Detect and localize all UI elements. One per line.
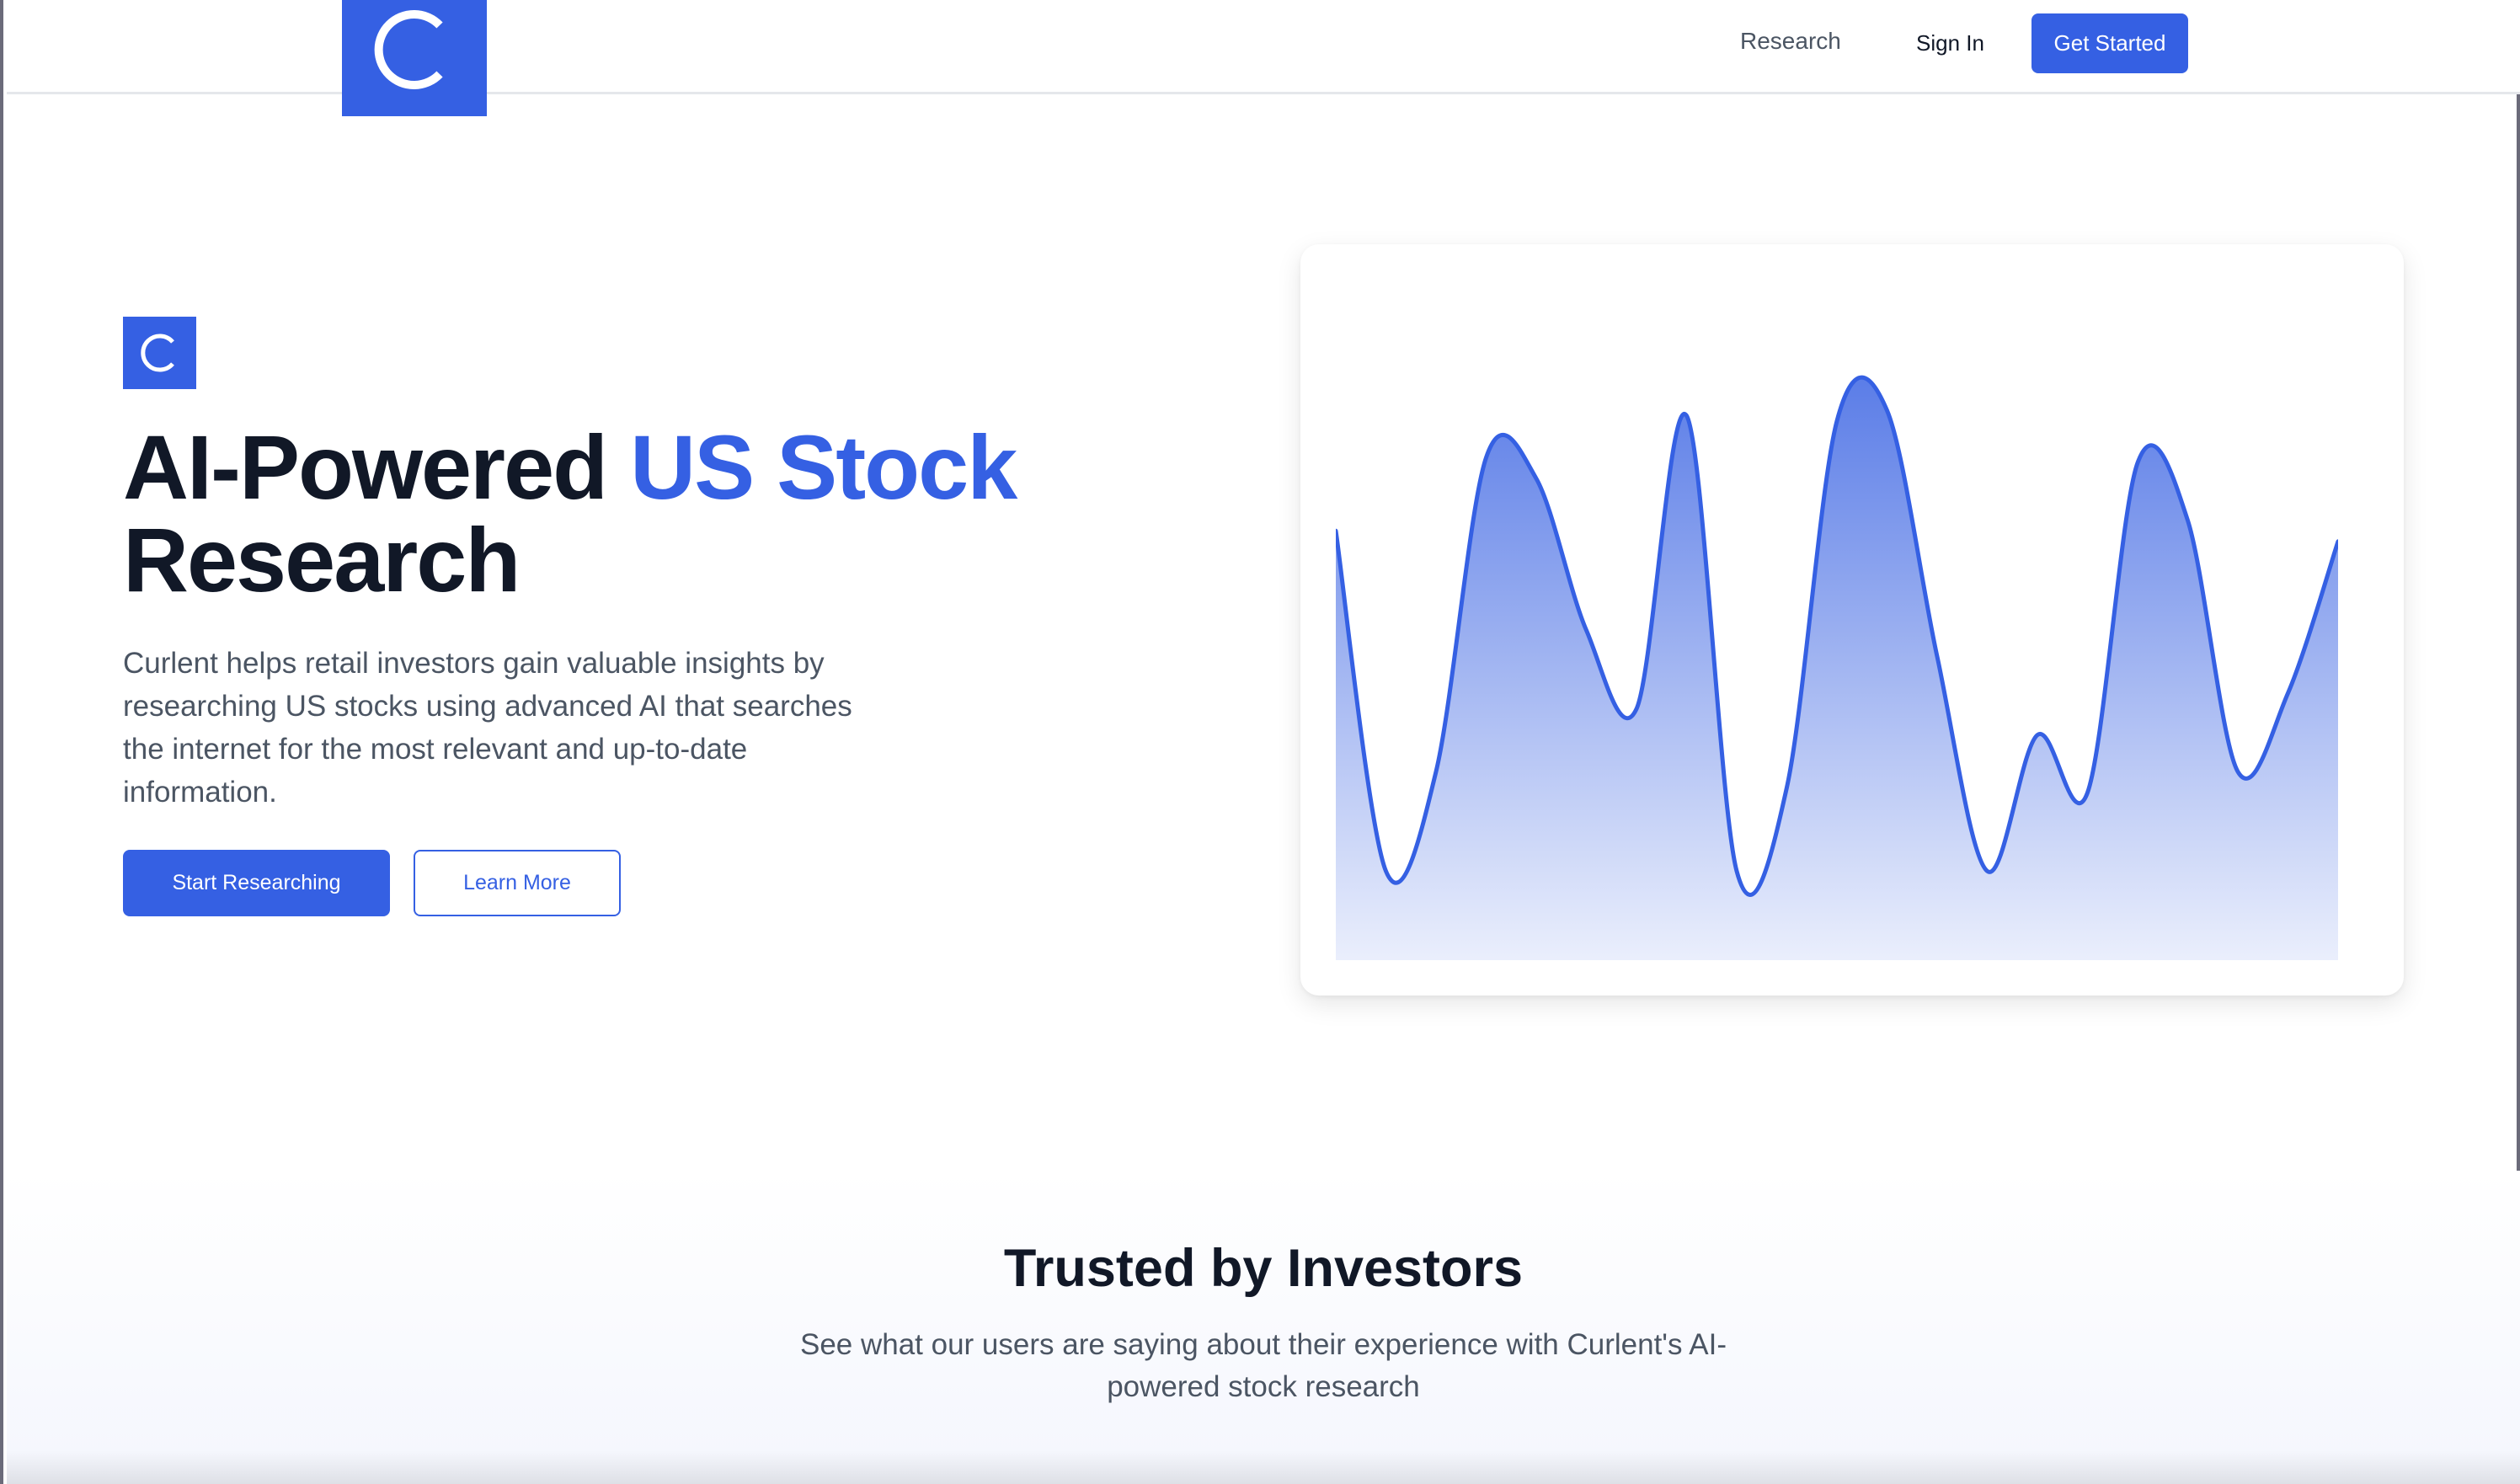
hero-title-part1: AI-Powered bbox=[123, 416, 631, 518]
c-logo-icon bbox=[374, 10, 443, 89]
nav-research-link[interactable]: Research bbox=[1740, 28, 1841, 55]
chart-area-fill bbox=[1336, 377, 2338, 960]
hero-title-accent: US Stock bbox=[630, 416, 1017, 518]
next-section-edge bbox=[7, 1450, 2520, 1484]
hero-description: Curlent helps retail investors gain valu… bbox=[123, 647, 852, 809]
hero-title: AI-Powered US Stock Research bbox=[123, 421, 1218, 606]
hero-logo bbox=[123, 317, 196, 389]
c-logo-icon bbox=[141, 334, 174, 372]
trusted-section: Trusted by Investors See what our users … bbox=[7, 1171, 2520, 1484]
nav-sign-in-link[interactable]: Sign In bbox=[1916, 30, 1984, 56]
get-started-button[interactable]: Get Started bbox=[2031, 13, 2188, 73]
trusted-title: Trusted by Investors bbox=[1003, 1239, 1524, 1298]
trusted-subtitle: See what our users are saying about thei… bbox=[799, 1328, 1727, 1403]
start-researching-button[interactable]: Start Researching bbox=[123, 850, 390, 916]
hero-chart-card bbox=[1300, 244, 2404, 996]
learn-more-button[interactable]: Learn More bbox=[414, 850, 621, 916]
brand-logo[interactable] bbox=[342, 0, 487, 116]
hero-title-part2: Research bbox=[123, 509, 521, 611]
browser-frame: Research Sign In Get Started AI-Powered … bbox=[0, 0, 2520, 1484]
stock-area-chart bbox=[1336, 375, 2338, 960]
